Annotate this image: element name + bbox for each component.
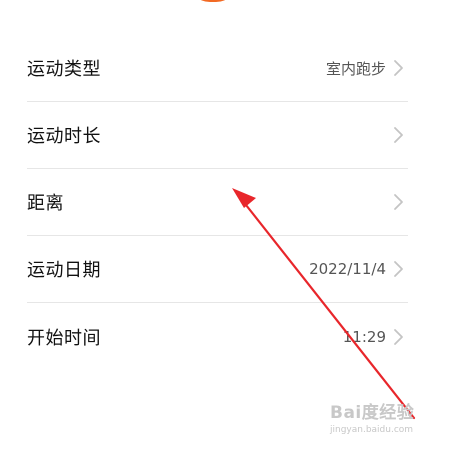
row-value: 11:29 [342, 327, 386, 346]
row-date[interactable]: 运动日期 2022/11/4 [27, 236, 408, 303]
chevron-right-icon [394, 127, 403, 143]
watermark-logo-text: Bai度经验 [330, 403, 415, 423]
row-label: 距离 [27, 193, 64, 214]
chevron-right-icon [394, 60, 403, 76]
chevron-right-icon [394, 328, 403, 345]
row-distance[interactable]: 距离 [27, 169, 408, 236]
row-duration[interactable]: 运动时长 [27, 102, 408, 169]
workout-record-screen: 运动类型 室内跑步 运动时长 距离 运动日期 2022/11/4 开始时间 11… [0, 0, 450, 450]
row-value: 2022/11/4 [309, 260, 386, 278]
watermark-url: jingyan.baidu.com [330, 425, 414, 435]
row-label: 运动日期 [27, 260, 101, 281]
chevron-right-icon [394, 261, 403, 277]
row-label: 运动类型 [27, 59, 101, 80]
chevron-right-icon [394, 194, 403, 210]
row-sport-type[interactable]: 运动类型 室内跑步 [27, 35, 408, 102]
baidu-watermark: Bai度经验 jingyan.baidu.com [330, 398, 430, 438]
row-value: 室内跑步 [325, 59, 386, 78]
workout-detail-list: 运动类型 室内跑步 运动时长 距离 运动日期 2022/11/4 开始时间 11… [27, 35, 408, 370]
header-avatar [188, 0, 238, 2]
row-label: 开始时间 [27, 327, 101, 349]
row-label: 运动时长 [27, 126, 101, 147]
row-start-time[interactable]: 开始时间 11:29 [27, 303, 408, 370]
